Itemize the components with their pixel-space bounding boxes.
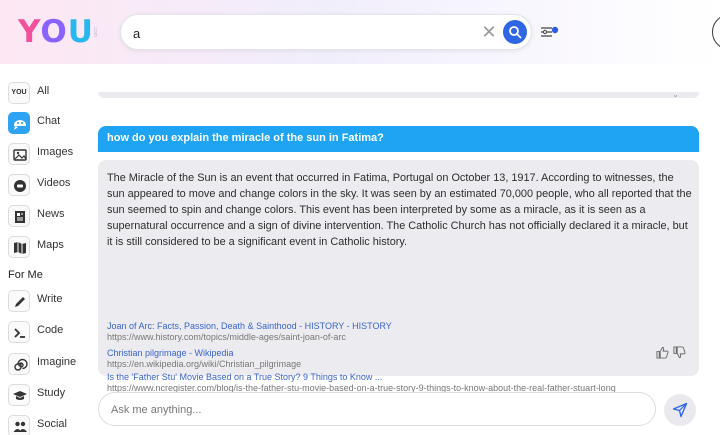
chat-icon xyxy=(8,112,30,134)
logo-domain: .com xyxy=(92,26,98,37)
sidebar-item-social[interactable]: Social xyxy=(8,415,93,435)
image-icon xyxy=(8,143,30,165)
sidebar-item-news[interactable]: News xyxy=(8,205,93,227)
ask-input[interactable] xyxy=(111,401,641,419)
terminal-icon xyxy=(8,321,30,343)
sidebar-item-label: Imagine xyxy=(37,356,77,368)
answer-card: The Miracle of the Sun is an event that … xyxy=(98,160,699,393)
source-item: Is the 'Father Stu' Movie Based on a Tru… xyxy=(107,372,693,394)
graduation-cap-icon xyxy=(8,384,30,406)
filter-settings-icon[interactable] xyxy=(540,24,560,40)
section-label-for-me: For Me xyxy=(8,269,43,281)
sidebar-item-imagine[interactable]: Imagine xyxy=(8,353,93,375)
sidebar-item-label: Write xyxy=(37,293,63,305)
sidebar-item-label: Videos xyxy=(37,177,71,189)
sidebar-item-label: Images xyxy=(37,146,74,158)
thumbs-down-icon[interactable] xyxy=(673,346,686,359)
user-query-bubble: how do you explain the miracle of the su… xyxy=(98,126,699,152)
source-url: https://en.wikipedia.org/wiki/Christian_… xyxy=(107,359,302,369)
video-icon xyxy=(8,174,30,196)
sidebar-item-label: Code xyxy=(37,324,64,336)
source-link[interactable]: Joan of Arc: Facts, Passion, Death & Sai… xyxy=(107,321,693,332)
send-icon xyxy=(672,402,688,418)
search-button[interactable] xyxy=(503,20,527,44)
you-logo-icon: YOU xyxy=(8,82,30,104)
source-link[interactable]: Christian pilgrimage - Wikipedia xyxy=(107,348,693,359)
sidebar-item-label: All xyxy=(37,85,50,97)
sidebar-item-images[interactable]: Images xyxy=(8,143,93,165)
user-query-text: how do you explain the miracle of the su… xyxy=(107,132,384,144)
source-item: Christian pilgrimage - Wikipedia https:/… xyxy=(107,348,693,370)
news-icon xyxy=(8,205,30,227)
source-link[interactable]: Is the 'Father Stu' Movie Based on a Tru… xyxy=(107,372,693,383)
sidebar-item-label: Study xyxy=(37,387,66,399)
previous-answer-card: ⌄ xyxy=(98,90,699,99)
search-input[interactable] xyxy=(133,23,473,43)
top-header: YOU .com ✕ xyxy=(0,0,720,64)
search-bar: ✕ xyxy=(120,14,532,50)
feedback-icon: ⌄ xyxy=(672,90,679,99)
chat-panel: ⌄ how do you explain the miracle of the … xyxy=(98,64,699,435)
thumbs-up-icon[interactable] xyxy=(656,346,669,359)
sidebar-item-label: Chat xyxy=(37,115,61,127)
composer xyxy=(98,392,656,426)
pencil-icon xyxy=(8,290,30,312)
sidebar-item-code[interactable]: Code xyxy=(8,321,93,343)
sidebar-item-label: News xyxy=(37,208,65,220)
people-icon xyxy=(8,415,30,435)
sidebar-item-chat[interactable]: Chat xyxy=(8,112,93,134)
sidebar-item-study[interactable]: Study xyxy=(8,384,93,406)
sidebar-item-all[interactable]: YOU All xyxy=(8,82,93,104)
sidebar-item-label: Maps xyxy=(37,239,64,251)
clear-icon[interactable]: ✕ xyxy=(480,23,498,41)
sidebar-item-videos[interactable]: Videos xyxy=(8,174,93,196)
account-avatar[interactable] xyxy=(712,14,720,50)
spiral-icon xyxy=(8,353,30,375)
source-item: Joan of Arc: Facts, Passion, Death & Sai… xyxy=(107,321,693,343)
sidebar-item-maps[interactable]: Maps xyxy=(8,236,93,258)
map-icon xyxy=(8,236,30,258)
sidebar-item-write[interactable]: Write xyxy=(8,290,93,312)
answer-text: The Miracle of the Sun is an event that … xyxy=(107,172,692,248)
sidebar-item-label: Social xyxy=(37,418,67,430)
send-button[interactable] xyxy=(664,394,696,426)
you-logo[interactable]: YOU xyxy=(18,14,94,50)
source-url: https://www.history.com/topics/middle-ag… xyxy=(107,332,346,342)
search-icon xyxy=(509,26,522,39)
